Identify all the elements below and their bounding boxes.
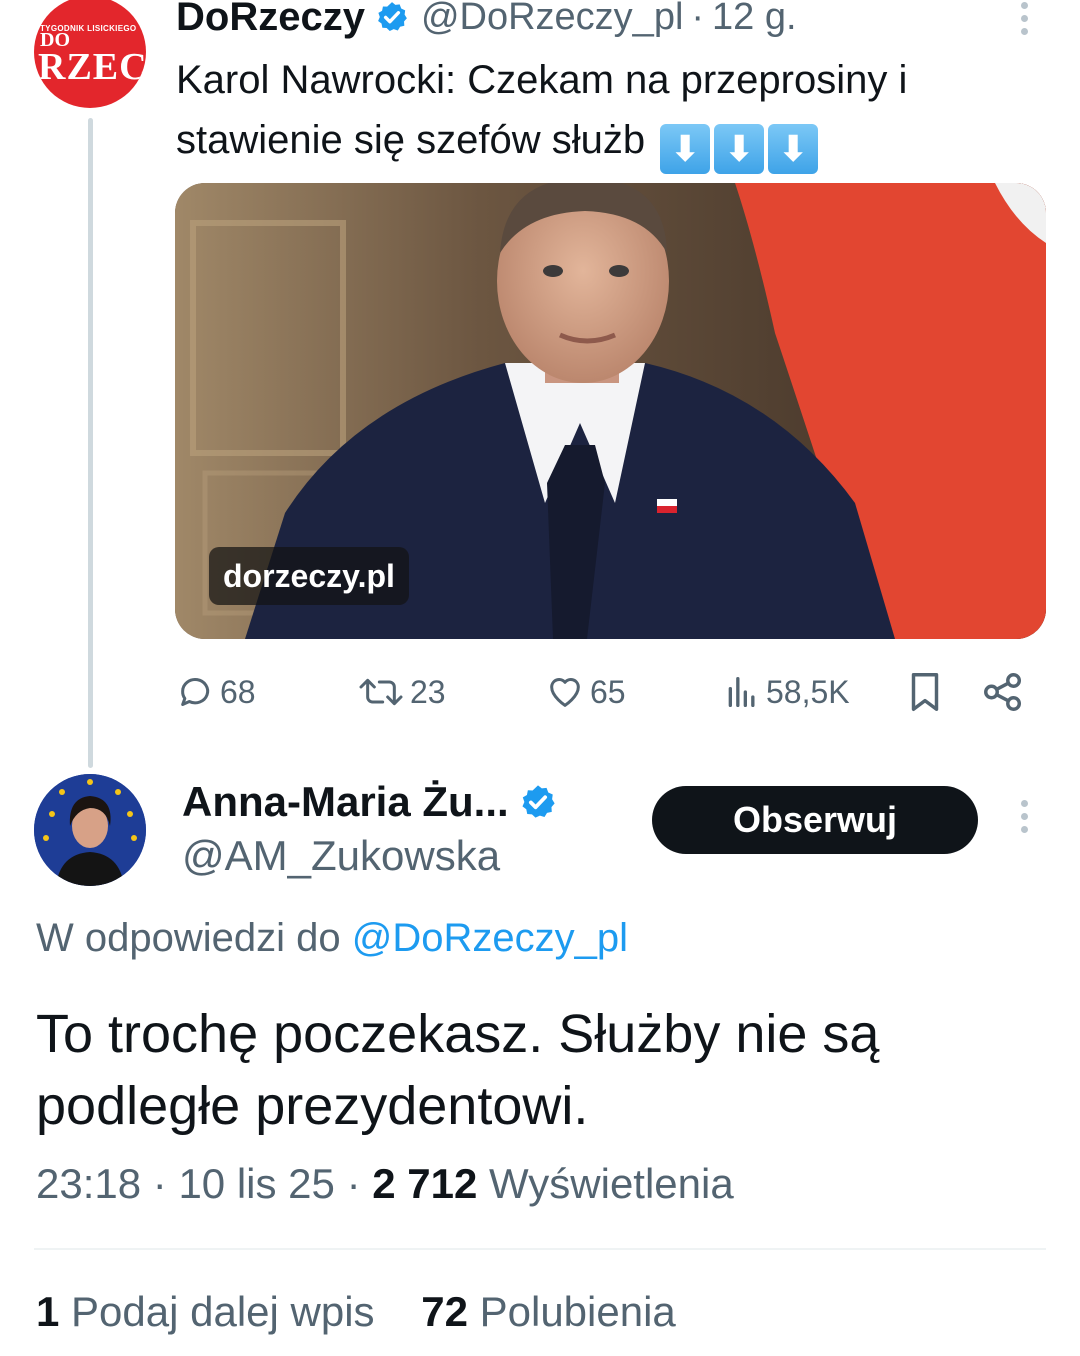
meta-separator: · bbox=[152, 1160, 167, 1207]
reply-author-handle[interactable]: @AM_Zukowska bbox=[182, 832, 500, 880]
parent-tweet-actions: 68 23 65 58,5K bbox=[176, 664, 1036, 720]
media-source-badge: dorzeczy.pl bbox=[209, 547, 409, 605]
down-arrow-emoji-icon: ⬇ bbox=[660, 124, 711, 174]
follow-button[interactable]: Obserwuj bbox=[652, 786, 978, 854]
reply-button[interactable]: 68 bbox=[176, 664, 256, 720]
parent-tweet-text: Karol Nawrocki: Czekam na przeprosiny i … bbox=[176, 50, 1036, 174]
verified-badge-icon bbox=[378, 2, 407, 32]
likes-label: Polubienia bbox=[479, 1288, 676, 1335]
eu-flag-portrait-photo bbox=[34, 774, 146, 886]
dorzeczy-avatar[interactable]: TYGODNIK LISICKIEGO DO RZEC bbox=[34, 0, 146, 108]
reply-count: 68 bbox=[220, 673, 256, 710]
views-label: Wyświetlenia bbox=[489, 1160, 734, 1207]
reply-to-mention-link[interactable]: @DoRzeczy_pl bbox=[352, 916, 628, 960]
likes-stat-link[interactable]: 72 Polubienia bbox=[421, 1288, 676, 1335]
reply-context: W odpowiedzi do @DoRzeczy_pl bbox=[36, 916, 628, 961]
views-count: 58,5K bbox=[766, 673, 850, 710]
tweet-date[interactable]: 10 lis 25 bbox=[178, 1160, 334, 1207]
thread-connector-line bbox=[88, 118, 93, 768]
repost-button[interactable]: 23 bbox=[356, 664, 446, 720]
avatar-text-rzec: RZEC bbox=[38, 46, 146, 88]
views-button[interactable]: 58,5K bbox=[722, 664, 850, 720]
header-separator: · bbox=[691, 0, 705, 38]
down-arrow-emoji-icon: ⬇ bbox=[768, 124, 819, 174]
parent-tweet-time[interactable]: 12 g. bbox=[712, 0, 797, 39]
parent-more-options-icon[interactable] bbox=[1019, 2, 1029, 42]
parent-author-handle[interactable]: @DoRzeczy_pl bbox=[421, 0, 683, 39]
reply-more-options-icon[interactable] bbox=[1019, 800, 1029, 840]
reply-tweet-stats: 1 Podaj dalej wpis 72 Polubienia bbox=[36, 1288, 676, 1336]
repost-count: 23 bbox=[410, 673, 446, 710]
anna-maria-avatar[interactable] bbox=[34, 774, 146, 886]
parent-tweet-header: DoRzeczy @DoRzeczy_pl · 12 g. bbox=[176, 0, 797, 40]
tweet-time[interactable]: 23:18 bbox=[36, 1160, 141, 1207]
reposts-stat-link[interactable]: 1 Podaj dalej wpis bbox=[36, 1288, 375, 1335]
bookmark-button[interactable] bbox=[902, 664, 952, 720]
views-chart-icon bbox=[728, 677, 755, 707]
views-total: 2 712 bbox=[372, 1160, 478, 1207]
divider bbox=[34, 1248, 1046, 1250]
like-count: 65 bbox=[590, 673, 626, 710]
reply-to-prefix: W odpowiedzi do bbox=[36, 916, 341, 960]
down-arrow-emoji-icon: ⬇ bbox=[714, 124, 765, 174]
heart-icon bbox=[550, 678, 580, 707]
tweet-media-image[interactable]: dorzeczy.pl bbox=[175, 183, 1046, 639]
repost-icon bbox=[359, 678, 403, 706]
reply-icon bbox=[181, 678, 210, 706]
reply-author-name[interactable]: Anna-Maria Żu... bbox=[182, 778, 509, 826]
reply-author-name-row[interactable]: Anna-Maria Żu... bbox=[182, 778, 569, 826]
bookmark-icon bbox=[911, 673, 939, 711]
like-button[interactable]: 65 bbox=[544, 664, 626, 720]
likes-total: 72 bbox=[421, 1288, 468, 1335]
share-button[interactable] bbox=[980, 664, 1030, 720]
reply-tweet-text: To trochę poczekasz. Służby nie są podle… bbox=[36, 1004, 880, 1136]
reposts-label: Podaj dalej wpis bbox=[71, 1288, 375, 1335]
parent-author-name[interactable]: DoRzeczy bbox=[176, 0, 365, 40]
share-icon bbox=[984, 673, 1022, 711]
reposts-total: 1 bbox=[36, 1288, 60, 1335]
verified-badge-icon bbox=[522, 785, 555, 818]
reply-tweet-meta: 23:18 · 10 lis 25 · 2 712 Wyświetlenia bbox=[36, 1160, 734, 1208]
meta-separator: · bbox=[346, 1160, 361, 1207]
